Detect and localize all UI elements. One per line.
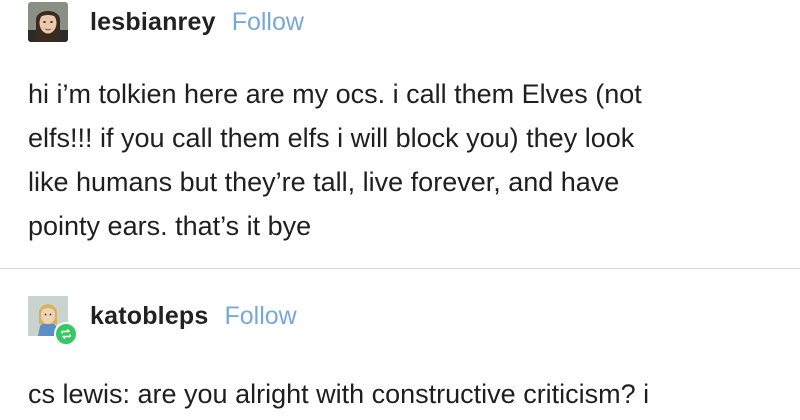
post-body-line: elfs!!! if you call them elfs i will blo… <box>28 123 635 153</box>
post-body-line: pointy ears. that’s it bye <box>28 211 312 241</box>
post-body-line: hi i’m tolkien here are my ocs. i call t… <box>28 79 642 109</box>
follow-button[interactable]: Follow <box>225 302 297 331</box>
post-body: hi i’m tolkien here are my ocs. i call t… <box>28 72 788 248</box>
post-body-line: cs lewis: are you alright with construct… <box>28 379 650 409</box>
user-avatar-photo-icon <box>28 2 68 42</box>
post-header: katobleps Follow <box>28 296 297 346</box>
post-header: lesbianrey Follow <box>28 2 304 42</box>
avatar[interactable] <box>28 2 68 42</box>
post-body-line: like humans but they’re tall, live forev… <box>28 167 620 197</box>
post-divider <box>0 268 800 269</box>
post-body: cs lewis: are you alright with construct… <box>28 372 788 416</box>
avatar[interactable] <box>28 296 78 346</box>
reblog-icon <box>54 322 78 346</box>
follow-button[interactable]: Follow <box>232 8 304 37</box>
username[interactable]: lesbianrey <box>90 8 216 37</box>
username[interactable]: katobleps <box>90 302 209 331</box>
